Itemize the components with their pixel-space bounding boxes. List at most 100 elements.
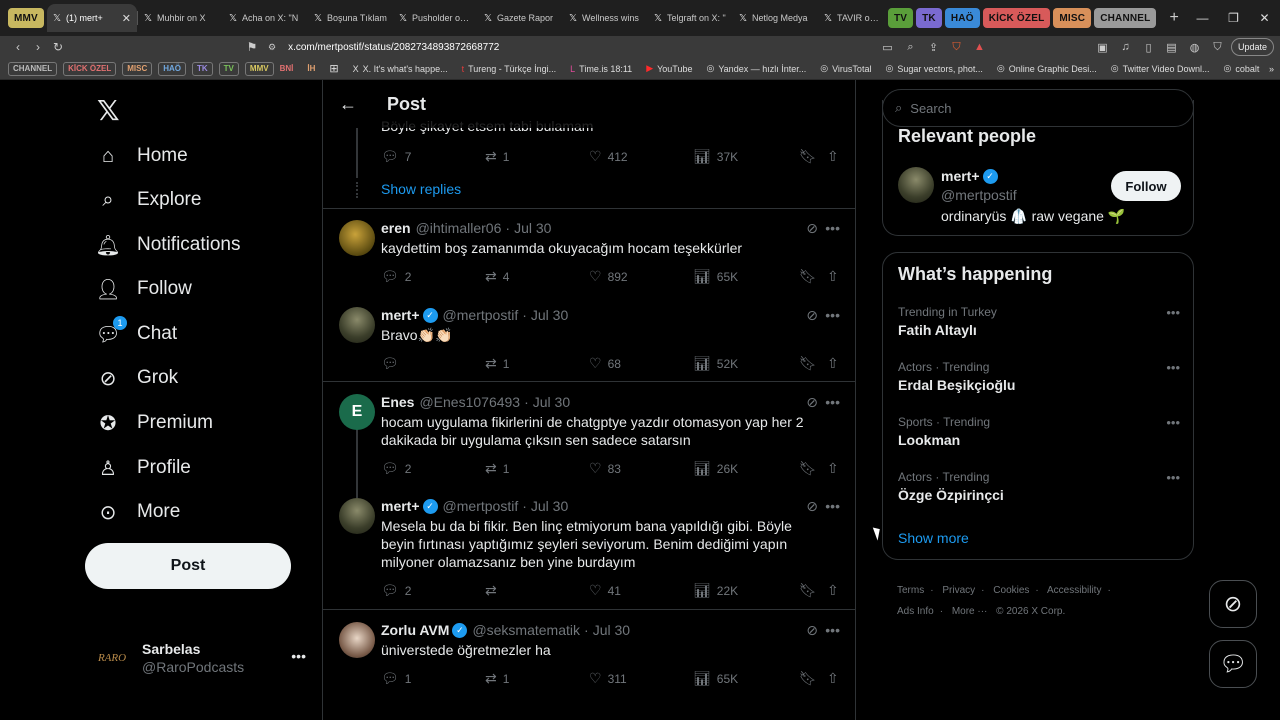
more-icon[interactable]: ••• (825, 622, 840, 638)
author-name[interactable]: Enes (381, 394, 414, 410)
reply-tweet[interactable]: mert+ ✓ @mertpostif · Jul 30 ⊘ ••• Bravo… (323, 295, 855, 382)
views-button[interactable]: 📊︎ 26K (693, 460, 738, 477)
site-settings-icon[interactable]: ⚙ (268, 42, 276, 53)
tab[interactable]: 𝕏 Telgraft on X: " (648, 4, 733, 32)
repost-button[interactable]: ⇄ 4 (485, 268, 509, 285)
like-button[interactable]: ♡ 311 (589, 670, 627, 687)
views-button[interactable]: 📊︎ 65K (693, 670, 738, 687)
share-button[interactable]: ⇧ (827, 148, 845, 165)
grok-icon[interactable]: ⊘ (806, 220, 818, 237)
forward-icon[interactable]: › (28, 40, 48, 54)
more-icon[interactable]: ••• (1166, 305, 1180, 320)
more-icon[interactable]: ••• (1166, 360, 1180, 375)
close-icon[interactable]: ✕ (122, 12, 131, 25)
repost-button[interactable]: ⇄ 1 (485, 670, 509, 687)
apps-grid-icon[interactable]: ⊞ (329, 62, 338, 75)
reply-button[interactable]: 💬︎ 2 (381, 582, 411, 599)
share-button[interactable]: ⇧ (827, 670, 845, 687)
like-button[interactable]: ♡ 412 (589, 148, 628, 165)
bookmark-button[interactable]: 🔖︎ (799, 582, 823, 599)
trend-item[interactable]: Actors · Trending Erdal Beşikçioğlu ••• (898, 360, 1180, 393)
follow-button[interactable]: Follow (1111, 171, 1181, 201)
cast-icon[interactable]: ▭ (876, 41, 899, 54)
like-button[interactable]: ♡ 41 (589, 582, 621, 599)
account-switcher[interactable]: RARO Sarbelas @RaroPodcasts ••• (96, 638, 306, 678)
bookmark-folder[interactable]: KİCK ÖZEL (63, 61, 117, 76)
author-handle[interactable]: @mertpostif (443, 498, 519, 514)
footer-terms-link[interactable]: Terms (897, 585, 924, 596)
back-icon[interactable]: ‹ (8, 40, 28, 54)
like-button[interactable]: ♡ 68 (589, 355, 621, 372)
bookmark-link[interactable]: t Tureng - Türkçe İngi... (462, 64, 557, 74)
views-button[interactable]: 📊︎ 22K (693, 582, 738, 599)
bookmark-link[interactable]: ▶ YouTube (646, 63, 692, 74)
more-icon[interactable]: ••• (1166, 415, 1180, 430)
more-icon[interactable]: ••• (825, 394, 840, 410)
more-icon[interactable]: ••• (291, 648, 306, 664)
rewards-icon[interactable]: ▲ (968, 41, 991, 53)
author-handle[interactable]: @Enes1076493 (419, 394, 520, 410)
wallet-icon[interactable]: ▤ (1160, 41, 1183, 54)
tab[interactable]: 𝕏 Pusholder on X (393, 4, 478, 32)
avatar[interactable] (339, 622, 375, 658)
bookmark-folder[interactable]: HAÖ (158, 61, 186, 76)
share-button[interactable]: ⇧ (827, 355, 845, 372)
more-icon[interactable]: ••• (825, 220, 840, 236)
tab[interactable]: 𝕏 Muhbir on X (138, 4, 223, 32)
bookmark-link[interactable]: L Time.is 18:11 (570, 64, 632, 74)
bookmark-folder[interactable]: İH (307, 64, 315, 73)
avatar[interactable] (339, 307, 375, 343)
nav-explore[interactable]: ⌕ Explore (96, 180, 201, 220)
tab-group-kick[interactable]: KİCK ÖZEL (982, 8, 1051, 28)
tab[interactable]: 𝕏 Acha on X: "N (223, 4, 308, 32)
grok-icon[interactable]: ⊘ (806, 498, 818, 515)
author-handle[interactable]: @ihtimaller06 (416, 220, 502, 236)
author-handle[interactable]: @mertpostif (443, 307, 519, 323)
tweet-date[interactable]: Jul 30 (593, 622, 630, 638)
tab-group-hao[interactable]: HAÖ (944, 8, 980, 28)
tab-group-tv[interactable]: TV (887, 8, 914, 28)
nav-home[interactable]: ⌂ Home (96, 136, 188, 176)
author-name[interactable]: mert+ (381, 498, 420, 514)
tab[interactable]: 𝕏 Boşuna Tıklam (308, 4, 393, 32)
more-icon[interactable]: ••• (825, 307, 840, 323)
bookmark-link[interactable]: ◎ Twitter Video Downl... (1111, 63, 1210, 74)
bookmark-link[interactable]: ◎ cobalt (1224, 63, 1260, 74)
bookmark-button[interactable]: 🔖︎ (799, 148, 823, 165)
bookmarks-overflow-icon[interactable]: » (1269, 64, 1274, 74)
search-input[interactable]: ⌕ Search (882, 89, 1194, 127)
author-handle[interactable]: @seksmatematik (472, 622, 580, 638)
x-logo-icon[interactable]: 𝕏 (97, 94, 120, 127)
panel-icon[interactable]: ▯ (1137, 41, 1160, 54)
tab-group-misc[interactable]: MISC (1053, 8, 1092, 28)
views-button[interactable]: 📊︎ 65K (693, 268, 738, 285)
grok-float-button[interactable]: ⊘ (1209, 580, 1257, 628)
avatar[interactable]: E (339, 394, 375, 430)
avatar[interactable] (339, 498, 375, 534)
footer-accessibility-link[interactable]: Accessibility (1047, 585, 1101, 596)
nav-profile[interactable]: ♙ Profile (96, 448, 191, 488)
reply-button[interactable]: 💬︎ 1 (381, 670, 411, 687)
show-replies-link[interactable]: Show replies (381, 181, 461, 197)
tab-group-channel[interactable]: CHANNEL (1094, 8, 1157, 28)
nav-grok[interactable]: ⊘ Grok (96, 358, 179, 398)
chat-float-button[interactable]: 💬︎ (1209, 640, 1257, 688)
footer-privacy-link[interactable]: Privacy (942, 585, 975, 596)
restore-icon[interactable]: ❐ (1218, 11, 1249, 25)
author-name[interactable]: mert+ (381, 307, 420, 323)
trend-item[interactable]: Actors · Trending Özge Özpirinçci ••• (898, 470, 1180, 503)
nav-chat[interactable]: 💬︎ 1 Chat (95, 314, 177, 354)
more-icon[interactable]: ••• (825, 498, 840, 514)
author-name[interactable]: eren (381, 220, 411, 236)
share-button[interactable]: ⇧ (827, 268, 845, 285)
relevant-person-name-row[interactable]: mert+ ✓ (941, 168, 998, 184)
repost-button[interactable]: ⇄ 1 (485, 355, 509, 372)
grok-icon[interactable]: ⊘ (806, 307, 818, 324)
bookmark-link[interactable]: ◎ VirusTotal (820, 63, 871, 74)
reload-icon[interactable]: ↻ (48, 40, 68, 54)
sidebar-toggle-icon[interactable]: ▣ (1091, 41, 1114, 54)
tweet-date[interactable]: Jul 30 (531, 307, 568, 323)
bookmark-button[interactable]: 🔖︎ (799, 460, 823, 477)
views-button[interactable]: 📊︎ 52K (693, 355, 738, 372)
share-icon[interactable]: ⇪ (922, 41, 945, 54)
